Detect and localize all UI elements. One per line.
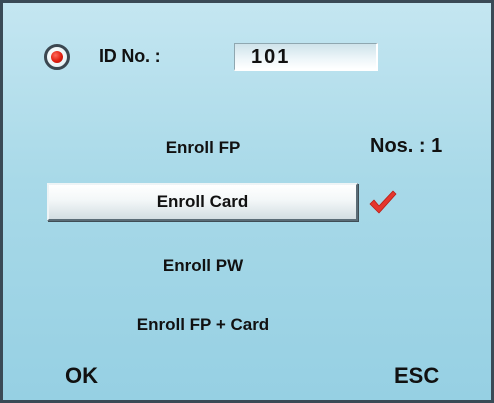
ok-softkey[interactable]: OK [65, 363, 98, 389]
menu-item-enroll-fp[interactable]: Enroll FP [3, 138, 403, 158]
menu-item-enroll-pw[interactable]: Enroll PW [3, 256, 403, 276]
enroll-screen: ID No. : 101 Enroll FP Nos. : 1 Enroll C… [0, 0, 494, 403]
menu-item-enroll-card[interactable]: Enroll Card [47, 183, 358, 221]
menu-item-enroll-fp-card[interactable]: Enroll FP + Card [3, 315, 403, 335]
id-label: ID No. : [99, 46, 161, 66]
esc-softkey[interactable]: ESC [394, 363, 439, 389]
enrolled-count: Nos. : 1 [370, 135, 443, 157]
id-input[interactable]: 101 [234, 43, 378, 71]
radio-dot [51, 51, 63, 63]
radio-selected-icon[interactable] [44, 44, 70, 70]
checkmark-icon [369, 190, 397, 214]
